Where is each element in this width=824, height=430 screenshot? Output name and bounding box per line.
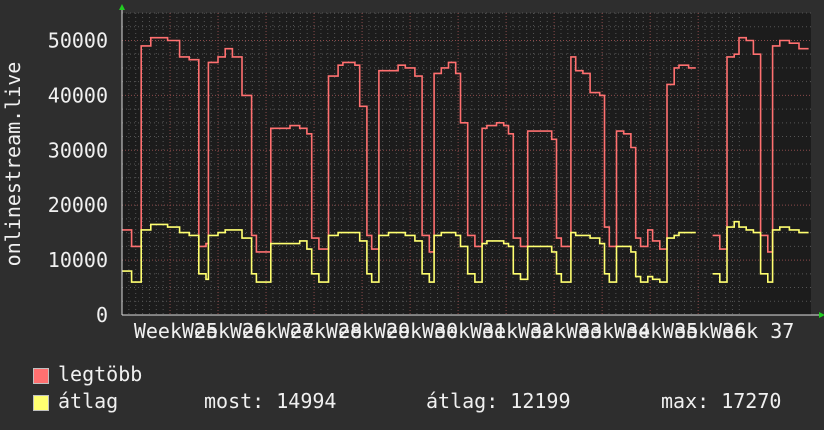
x-axis-arrow [819,312,824,318]
legend-swatch-avg [33,395,49,411]
y-tick-label: 10000 [48,248,108,272]
x-tick-label: Week 37 [710,319,794,343]
stat-now: most: 14994 [204,389,337,413]
stat-max: max: 17270 [661,389,782,413]
chart-root: 0 10000 20000 30000 40000 50000 Week 25 Week 2… [0,0,824,430]
y-tick-label: 50000 [48,28,108,52]
y-axis-arrow [119,4,125,10]
y-tick-label: 0 [96,303,108,327]
y-tick-label: 20000 [48,193,108,217]
y-axis-label: onlinestream.live [1,62,25,267]
legend-label-max: legtöbb [58,362,143,386]
stat-avg: átlag: 12199 [426,389,571,413]
legend-label-avg: átlag [58,389,119,413]
y-tick-label: 40000 [48,83,108,107]
y-tick-labels: 0 10000 20000 30000 40000 50000 [48,28,108,327]
legend-swatch-max [33,368,49,384]
x-tick-labels: Week 25Week 26Week 27Week 28Week 29Week … [134,319,794,343]
y-tick-label: 30000 [48,138,108,162]
